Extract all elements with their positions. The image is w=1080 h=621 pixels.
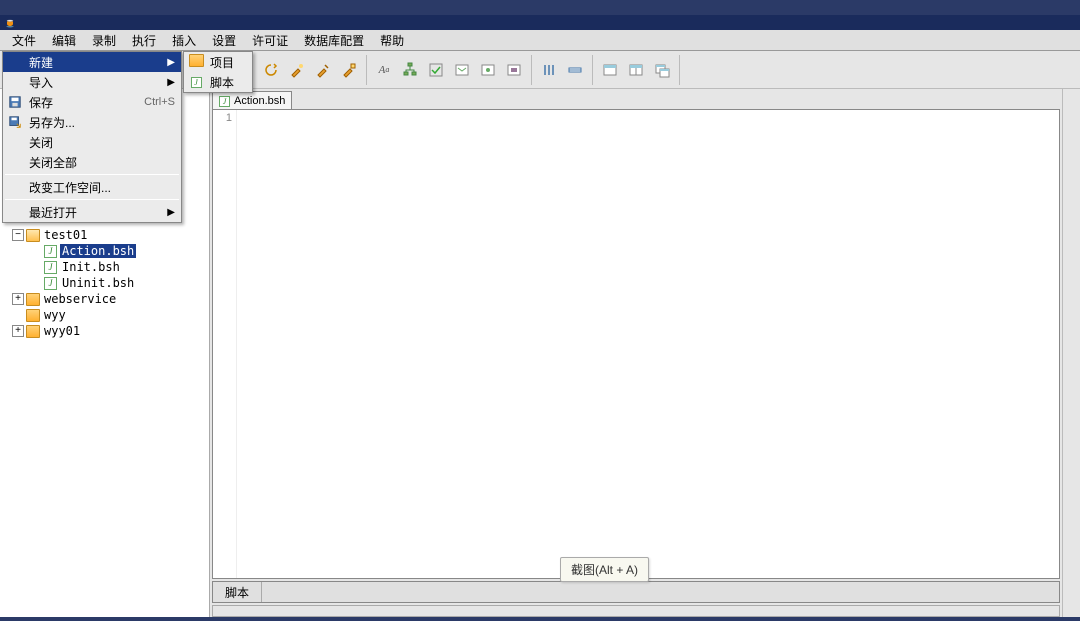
menu-license[interactable]: 许可证 bbox=[244, 30, 296, 51]
bottom-tabs: 脚本 bbox=[212, 581, 1060, 603]
file-menu-saveas[interactable]: 另存为... bbox=[3, 112, 181, 132]
tree-label: test01 bbox=[42, 228, 89, 242]
folder-icon bbox=[26, 308, 40, 322]
menu-separator bbox=[5, 174, 179, 175]
editor-tab-label: Action.bsh bbox=[234, 95, 285, 107]
folder-icon bbox=[26, 324, 40, 338]
menu-item-label: 最近打开 bbox=[29, 204, 163, 221]
vertical-scrollbar[interactable] bbox=[1062, 89, 1080, 617]
toolbar-text-icon[interactable]: Aa bbox=[371, 57, 397, 83]
submenu-arrow-icon: ▶ bbox=[167, 57, 175, 68]
file-menu-recent[interactable]: 最近打开 ▶ bbox=[3, 202, 181, 222]
toolbar-brush1-icon[interactable] bbox=[284, 57, 310, 83]
file-menu-popup: 新建 ▶ 导入 ▶ 保存 Ctrl+S 另存为... 关闭 关闭全部 改变工作空… bbox=[2, 51, 182, 223]
tree-node-uninit-bsh[interactable]: J Uninit.bsh bbox=[2, 275, 207, 291]
new-project[interactable]: 项目 bbox=[184, 52, 252, 72]
menu-file[interactable]: 文件 bbox=[4, 30, 44, 51]
menubar: 文件 编辑 录制 执行 插入 设置 许可证 数据库配置 帮助 bbox=[0, 30, 1080, 51]
folder-open-icon bbox=[26, 228, 40, 242]
line-gutter: 1 bbox=[213, 110, 237, 578]
new-submenu-popup: 项目 J 脚本 bbox=[183, 51, 253, 93]
menu-insert[interactable]: 插入 bbox=[164, 30, 204, 51]
menu-dbconfig[interactable]: 数据库配置 bbox=[296, 30, 372, 51]
tree-node-init-bsh[interactable]: J Init.bsh bbox=[2, 259, 207, 275]
tree-node-wyy01[interactable]: + wyy01 bbox=[2, 323, 207, 339]
submenu-arrow-icon: ▶ bbox=[167, 77, 175, 88]
script-file-icon: J bbox=[219, 95, 230, 107]
window-titlebar bbox=[0, 0, 1080, 15]
menu-item-label: 导入 bbox=[29, 74, 163, 91]
menu-help[interactable]: 帮助 bbox=[372, 30, 412, 51]
tree-expand-icon[interactable]: + bbox=[12, 293, 24, 305]
tree-label: wyy bbox=[42, 308, 68, 322]
toolbar-tree-icon[interactable] bbox=[397, 57, 423, 83]
script-file-icon: J bbox=[44, 244, 58, 258]
tree-node-webservice[interactable]: + webservice bbox=[2, 291, 207, 307]
menu-item-label: 关闭 bbox=[29, 134, 175, 151]
menu-item-label: 新建 bbox=[29, 54, 163, 71]
tree-label: Action.bsh bbox=[60, 244, 136, 258]
tree-expand-icon[interactable]: + bbox=[12, 325, 24, 337]
toolbar-refresh-icon[interactable] bbox=[258, 57, 284, 83]
menu-item-label: 关闭全部 bbox=[29, 154, 175, 171]
save-icon bbox=[5, 95, 25, 109]
java-header bbox=[0, 15, 1080, 30]
code-textarea[interactable] bbox=[237, 110, 1059, 578]
menu-shortcut: Ctrl+S bbox=[144, 96, 175, 108]
tree-node-test01[interactable]: − test01 bbox=[2, 227, 207, 243]
menu-separator bbox=[5, 199, 179, 200]
file-menu-change-workspace[interactable]: 改变工作空间... bbox=[3, 177, 181, 197]
bottom-panel bbox=[212, 605, 1060, 617]
file-menu-close[interactable]: 关闭 bbox=[3, 132, 181, 152]
toolbar-box2-icon[interactable] bbox=[475, 57, 501, 83]
java-cup-icon bbox=[4, 17, 16, 29]
code-editor[interactable]: 1 bbox=[212, 109, 1060, 579]
toolbar-box3-icon[interactable] bbox=[501, 57, 527, 83]
script-icon: J bbox=[186, 77, 206, 88]
tree-collapse-icon[interactable]: − bbox=[12, 229, 24, 241]
toolbar-line-icon[interactable] bbox=[562, 57, 588, 83]
menu-item-label: 改变工作空间... bbox=[29, 179, 175, 196]
file-menu-new[interactable]: 新建 ▶ bbox=[3, 52, 181, 72]
folder-icon bbox=[26, 292, 40, 306]
script-file-icon: J bbox=[44, 260, 58, 274]
file-menu-import[interactable]: 导入 ▶ bbox=[3, 72, 181, 92]
toolbar-brush3-icon[interactable] bbox=[336, 57, 362, 83]
menu-item-label: 脚本 bbox=[210, 74, 246, 91]
menu-item-label: 另存为... bbox=[29, 114, 175, 131]
new-script[interactable]: J 脚本 bbox=[184, 72, 252, 92]
tree-node-action-bsh[interactable]: J Action.bsh bbox=[2, 243, 207, 259]
toolbar-brush2-icon[interactable] bbox=[310, 57, 336, 83]
toolbar-box1-icon[interactable] bbox=[449, 57, 475, 83]
toolbar-check-icon[interactable] bbox=[423, 57, 449, 83]
tree-label: wyy01 bbox=[42, 324, 82, 338]
tree-node-wyy[interactable]: wyy bbox=[2, 307, 207, 323]
script-file-icon: J bbox=[44, 276, 58, 290]
screenshot-tooltip: 截图(Alt + A) bbox=[560, 557, 649, 582]
menu-settings[interactable]: 设置 bbox=[204, 30, 244, 51]
toolbar-win3-icon[interactable] bbox=[649, 57, 675, 83]
tree-label: Uninit.bsh bbox=[60, 276, 136, 290]
line-number: 1 bbox=[213, 112, 232, 124]
menu-item-label: 项目 bbox=[210, 54, 246, 71]
menu-item-label: 保存 bbox=[29, 94, 140, 111]
toolbar-bars-icon[interactable] bbox=[536, 57, 562, 83]
toolbar-win2-icon[interactable] bbox=[623, 57, 649, 83]
folder-icon bbox=[186, 54, 206, 70]
menu-record[interactable]: 录制 bbox=[84, 30, 124, 51]
menu-run[interactable]: 执行 bbox=[124, 30, 164, 51]
editor-tab-action-bsh[interactable]: J Action.bsh bbox=[212, 91, 292, 109]
menu-edit[interactable]: 编辑 bbox=[44, 30, 84, 51]
file-menu-closeall[interactable]: 关闭全部 bbox=[3, 152, 181, 172]
main-editor-area: J Action.bsh 1 脚本 bbox=[210, 89, 1062, 617]
tree-label: webservice bbox=[42, 292, 118, 306]
file-menu-save[interactable]: 保存 Ctrl+S bbox=[3, 92, 181, 112]
submenu-arrow-icon: ▶ bbox=[167, 207, 175, 218]
saveas-icon bbox=[5, 115, 25, 129]
toolbar-win1-icon[interactable] bbox=[597, 57, 623, 83]
bottom-tab-script[interactable]: 脚本 bbox=[213, 582, 262, 602]
tree-label: Init.bsh bbox=[60, 260, 122, 274]
editor-tabs: J Action.bsh bbox=[210, 89, 1062, 109]
